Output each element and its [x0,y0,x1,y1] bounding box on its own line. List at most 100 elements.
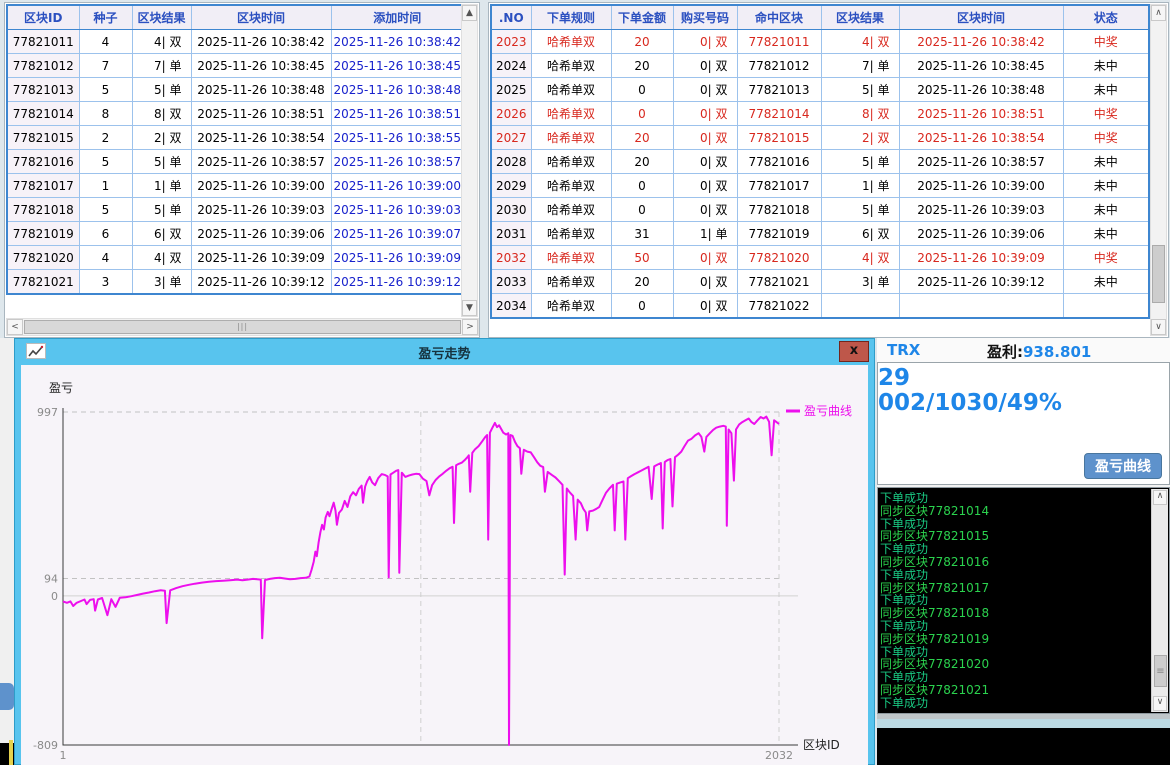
column-header[interactable]: 区块结果 [821,5,899,30]
table-row[interactable]: 7782101655| 单2025-11-26 10:38:572025-11-… [7,150,464,174]
column-header[interactable]: 命中区块 [737,5,821,30]
cell: 2025-11-26 10:39:00 [899,174,1063,198]
cell: 77821017 [737,174,821,198]
cell: 0| 双 [673,102,737,126]
column-header[interactable]: 区块结果 [132,5,191,30]
scroll-thumb[interactable] [1152,245,1165,303]
cell [821,294,899,319]
cell: 2024 [491,54,531,78]
cell: 0| 双 [673,270,737,294]
table-row[interactable]: 2023哈希单双200| 双778210114| 双2025-11-26 10:… [491,30,1149,54]
cell: 哈希单双 [531,78,611,102]
scroll-up-button[interactable]: ▲ [462,5,477,21]
column-header[interactable]: 下单金额 [611,5,673,30]
table-row[interactable]: 2029哈希单双00| 双778210171| 单2025-11-26 10:3… [491,174,1149,198]
blocks-table-hscrollbar[interactable]: < > ||| [6,318,479,336]
scroll-down-button[interactable]: ▼ [462,300,477,316]
column-header[interactable]: 状态 [1063,5,1149,30]
column-header[interactable]: 区块ID [7,5,79,30]
table-row[interactable]: 2030哈希单双00| 双778210185| 单2025-11-26 10:3… [491,198,1149,222]
cell: 哈希单双 [531,102,611,126]
background-window-sliver [0,338,14,765]
table-row[interactable]: 2027哈希单双200| 双778210152| 双2025-11-26 10:… [491,126,1149,150]
cell: 2025-11-26 10:39:12 [191,270,331,295]
table-row[interactable]: 2034哈希单双00| 双77821022 [491,294,1149,319]
profit-curve-button[interactable]: 盈亏曲线 [1084,453,1162,479]
cell: 2025-11-26 10:39:07 [331,222,464,246]
cell: 哈希单双 [531,174,611,198]
log-line: 同步区块77821019 [880,633,1149,646]
profit-value: 938.801 [1023,343,1091,361]
table-row[interactable]: 7782101144| 双2025-11-26 10:38:422025-11-… [7,30,464,54]
table-row[interactable]: 7782101522| 双2025-11-26 10:38:542025-11-… [7,126,464,150]
cell: 2025-11-26 10:38:51 [191,102,331,126]
table-row[interactable]: 2031哈希单双311| 单778210196| 双2025-11-26 10:… [491,222,1149,246]
table-row[interactable]: 7782101966| 双2025-11-26 10:39:062025-11-… [7,222,464,246]
scroll-up-button[interactable]: ∧ [1153,490,1167,505]
log-line: 同步区块77821014 [880,505,1149,518]
cell: 1 [79,174,132,198]
cell: 4| 双 [132,246,191,270]
table-row[interactable]: 7782101277| 单2025-11-26 10:38:452025-11-… [7,54,464,78]
scroll-down-button[interactable]: ∨ [1151,319,1166,335]
scroll-thumb[interactable]: ≡ [1154,655,1167,687]
cell: 2033 [491,270,531,294]
scroll-up-button[interactable]: ∧ [1151,5,1166,21]
scroll-thumb[interactable]: ||| [24,320,461,334]
cell: 哈希单双 [531,150,611,174]
column-header[interactable]: 区块时间 [899,5,1063,30]
profit-chart: 997940-80912032盈亏区块ID盈亏曲线 [21,365,868,765]
column-header[interactable]: 添加时间 [331,5,464,30]
log-line: 同步区块77821016 [880,556,1149,569]
window-titlebar[interactable]: 盈亏走势 x [14,338,875,365]
table-row[interactable]: 2033哈希单双200| 双778210213| 单2025-11-26 10:… [491,270,1149,294]
cell: 77821021 [737,270,821,294]
table-row[interactable]: 7782101855| 单2025-11-26 10:39:032025-11-… [7,198,464,222]
table-row[interactable]: 2025哈希单双00| 双778210135| 单2025-11-26 10:3… [491,78,1149,102]
table-row[interactable]: 2028哈希单双200| 双778210165| 单2025-11-26 10:… [491,150,1149,174]
cell: 哈希单双 [531,246,611,270]
cell: 0| 双 [673,150,737,174]
cell: 2025-11-26 10:38:57 [899,150,1063,174]
column-header[interactable]: 区块时间 [191,5,331,30]
cell: 5| 单 [821,198,899,222]
table-row[interactable]: 2026哈希单双00| 双778210148| 双2025-11-26 10:3… [491,102,1149,126]
scroll-right-button[interactable]: > [462,319,478,335]
stats-box: 29 002/1030/49% 盈亏曲线 [877,362,1170,485]
table-row[interactable]: 7782102044| 双2025-11-26 10:39:092025-11-… [7,246,464,270]
partial-button-edge[interactable] [0,683,14,710]
orders-table-vscrollbar[interactable]: ∧ ∨ [1150,4,1167,336]
table-row[interactable]: 2032哈希单双500| 双778210204| 双2025-11-26 10:… [491,246,1149,270]
column-header[interactable]: 下单规则 [531,5,611,30]
table-row[interactable]: 7782102133| 单2025-11-26 10:39:122025-11-… [7,270,464,295]
column-header[interactable]: 购买号码 [673,5,737,30]
cell: 1| 单 [132,174,191,198]
blocks-table: 区块ID种子区块结果区块时间添加时间7782101144| 双2025-11-2… [6,4,465,295]
cell: 未中 [1063,174,1149,198]
cell: 5 [79,150,132,174]
scroll-down-button[interactable]: ∨ [1153,696,1167,711]
log-line: 同步区块77821017 [880,582,1149,595]
cell: 77821021 [7,270,79,295]
terminal-scrollbar[interactable]: ∧ ∨ ≡ [1151,489,1168,712]
blocks-table-vscrollbar[interactable]: ▲ ▼ [461,4,478,317]
log-terminal: 下单成功同步区块77821014下单成功同步区块77821015下单成功同步区块… [877,487,1170,714]
table-row[interactable]: 7782101488| 双2025-11-26 10:38:512025-11-… [7,102,464,126]
cell: 5| 单 [132,78,191,102]
cell: 8 [79,102,132,126]
cell: 2025-11-26 10:39:12 [331,270,464,295]
column-header[interactable]: .NO [491,5,531,30]
cell: 未中 [1063,270,1149,294]
cell: 5| 单 [821,150,899,174]
cell: 5| 单 [132,150,191,174]
close-button[interactable]: x [839,341,869,362]
cell: 2025-11-26 10:38:51 [899,102,1063,126]
table-row[interactable]: 7782101355| 单2025-11-26 10:38:482025-11-… [7,78,464,102]
table-row[interactable]: 7782101711| 单2025-11-26 10:39:002025-11-… [7,174,464,198]
cell: 0 [611,198,673,222]
table-row[interactable]: 2024哈希单双200| 双778210127| 单2025-11-26 10:… [491,54,1149,78]
cell: 7 [79,54,132,78]
scroll-left-button[interactable]: < [7,319,23,335]
column-header[interactable]: 种子 [79,5,132,30]
cell: 77821012 [7,54,79,78]
